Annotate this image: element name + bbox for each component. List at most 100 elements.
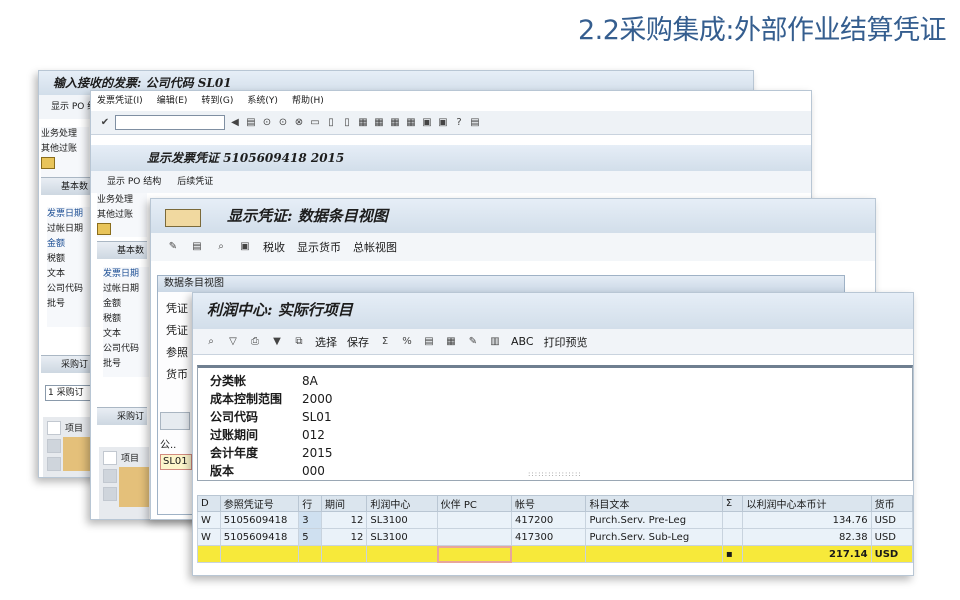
standard-toolbar: ✔ ◀ ▤ ⊙ ⊙ ⊗ ▭ ▯ ▯ ▦ ▦ ▦ ▦ ▣ ▣ ? ▤ [91,111,811,135]
first-page-icon[interactable]: ▦ [357,117,369,129]
folder-icon[interactable] [41,157,55,169]
field-label: 发票日期 [47,209,84,219]
item-grid: 项目 [43,417,93,477]
back-nav-icon[interactable]: ⊙ [261,117,273,129]
field-label: 批号 [103,359,122,369]
export-icon[interactable]: ▤ [423,336,435,348]
column-header[interactable]: 参照凭证号 [219,495,300,512]
total-row: ▪ 217.14 USD [197,545,913,563]
shortcut-icon[interactable]: ▣ [437,117,449,129]
header-row: 会计年度 2015 [210,446,333,460]
screen-menu-icon[interactable] [165,209,201,227]
header-info: 分类帐 8A 成本控制范围 2000 公司代码 SL01 过账期间 012 会计年度 20… [197,365,913,481]
field-label: 文本 [47,269,66,279]
table-row[interactable]: W 5105609418 3 12 SL3100 417200 Purch.Serv.… [197,511,913,529]
cancel-icon[interactable]: ⊗ [293,117,305,129]
next-page-icon[interactable]: ▦ [389,117,401,129]
side-labels: 业务处理 其他过账 [97,193,147,237]
save-icon[interactable]: ▤ [245,117,257,129]
table-header: D 参照凭证号 行 期间 利润中心 伙伴 PC 帐号 科目文本 Σ 以利润中心本… [197,495,913,512]
print-icon[interactable]: ⎙ [249,336,261,348]
company-code-cell[interactable]: SL01 [160,454,192,470]
save-layout-button[interactable]: 保存 [347,334,369,350]
column-header[interactable]: 伙伴 PC [436,495,513,512]
search-icon[interactable] [160,412,190,430]
display-change-icon[interactable]: ✎ [167,241,179,253]
column-header[interactable]: Σ [721,495,744,512]
column-header[interactable]: 科目文本 [585,495,723,512]
item-grid: 项目 [99,447,149,519]
menu-system[interactable]: 系统(Y) [247,91,278,111]
excel-icon[interactable]: ▦ [445,336,457,348]
display-doc-icon[interactable]: ▣ [239,241,251,253]
new-session-icon[interactable]: ▣ [421,117,433,129]
search-icon[interactable]: ⌕ [215,241,227,253]
sum-icon[interactable]: Σ [379,336,391,348]
side-label: 其他过账 [97,210,134,220]
side-label: 其他过账 [41,144,78,154]
panel-title: 数据条目视图 [158,276,844,292]
enter-icon[interactable]: ✔ [99,117,111,129]
general-ledger-view-button[interactable]: 总帐视图 [353,239,397,255]
sub-toolbar: 显示 PO 结构 后续凭证 [91,171,811,193]
header-row: 成本控制范围 2000 [210,392,333,406]
sort-icon[interactable]: ▼ [271,336,283,348]
column-header[interactable]: 利润中心 [366,495,438,512]
row-label: 货币 [166,368,188,381]
display-currency-button[interactable]: 显示货币 [297,239,341,255]
show-po-structure-button[interactable]: 显示 PO 结构 [107,171,161,193]
change-layout-icon[interactable]: ⧉ [293,336,305,348]
find-next-icon[interactable]: ▯ [341,117,353,129]
tax-button[interactable]: 税收 [263,239,285,255]
grid-column: 项目 [65,424,84,434]
word-icon[interactable]: ✎ [467,336,479,348]
prev-page-icon[interactable]: ▦ [373,117,385,129]
field-label: 公司代码 [47,284,84,294]
details-icon[interactable]: ⌕ [205,336,217,348]
column-header[interactable]: 期间 [320,495,368,512]
table-row[interactable]: W 5105609418 5 12 SL3100 417300 Purch.Serv.… [197,528,913,546]
splitter-handle[interactable]: :::::::::::::::: [528,470,582,478]
slide-title: 2.2采购集成:外部作业结算凭证 [577,15,947,46]
grid-column: 项目 [121,454,140,464]
field-labels: 发票日期 过帐日期 金额 税额 文本 公司代码 批号 [103,267,149,377]
help-icon[interactable]: ? [453,117,465,129]
tab-basic-data[interactable]: 基本数 [97,241,147,259]
back-icon[interactable]: ◀ [229,117,241,129]
grid-header: 公.. [160,440,177,451]
menu-goto[interactable]: 转到(G) [201,91,233,111]
side-label: 业务处理 [97,195,134,205]
window-title: 显示凭证: 数据条目视图 [151,199,875,233]
header-row: 分类帐 8A [210,374,318,388]
exit-icon[interactable]: ⊙ [277,117,289,129]
selected-cell[interactable] [436,545,513,563]
print-icon[interactable]: ▭ [309,117,321,129]
menu-edit[interactable]: 编辑(E) [157,91,188,111]
tab-basic-data[interactable]: 基本数 [41,177,91,195]
abc-analysis-button[interactable]: ABC [511,335,534,348]
column-header[interactable]: 行 [298,495,322,512]
command-field[interactable] [115,115,225,130]
filter-icon[interactable]: ▽ [227,336,239,348]
folder-icon[interactable] [97,223,111,235]
menu-help[interactable]: 帮助(H) [292,91,324,111]
tab-po[interactable]: 采购订 [41,355,91,373]
column-header[interactable]: 以利润中心本币计 [742,495,872,512]
follow-on-docs-button[interactable]: 后续凭证 [177,171,213,193]
tab-po[interactable]: 采购订 [97,407,147,425]
layout-icon[interactable]: ▤ [469,117,481,129]
document-header-icon[interactable]: ▤ [191,241,203,253]
field-label: 过帐日期 [103,284,140,294]
select-layout-button[interactable]: 选择 [315,334,337,350]
column-header[interactable]: D [197,495,221,512]
column-header[interactable]: 货币 [870,495,913,512]
find-icon[interactable]: ▯ [325,117,337,129]
subtotal-icon[interactable]: % [401,336,413,348]
graphic-icon[interactable]: ▥ [489,336,501,348]
last-page-icon[interactable]: ▦ [405,117,417,129]
column-header[interactable]: 帐号 [511,495,587,512]
po-select[interactable]: 1 采购订单 [45,385,93,401]
print-preview-button[interactable]: 打印预览 [544,334,588,350]
total-currency: USD [870,545,913,563]
menu-invoice-doc[interactable]: 发票凭证(I) [97,91,143,111]
